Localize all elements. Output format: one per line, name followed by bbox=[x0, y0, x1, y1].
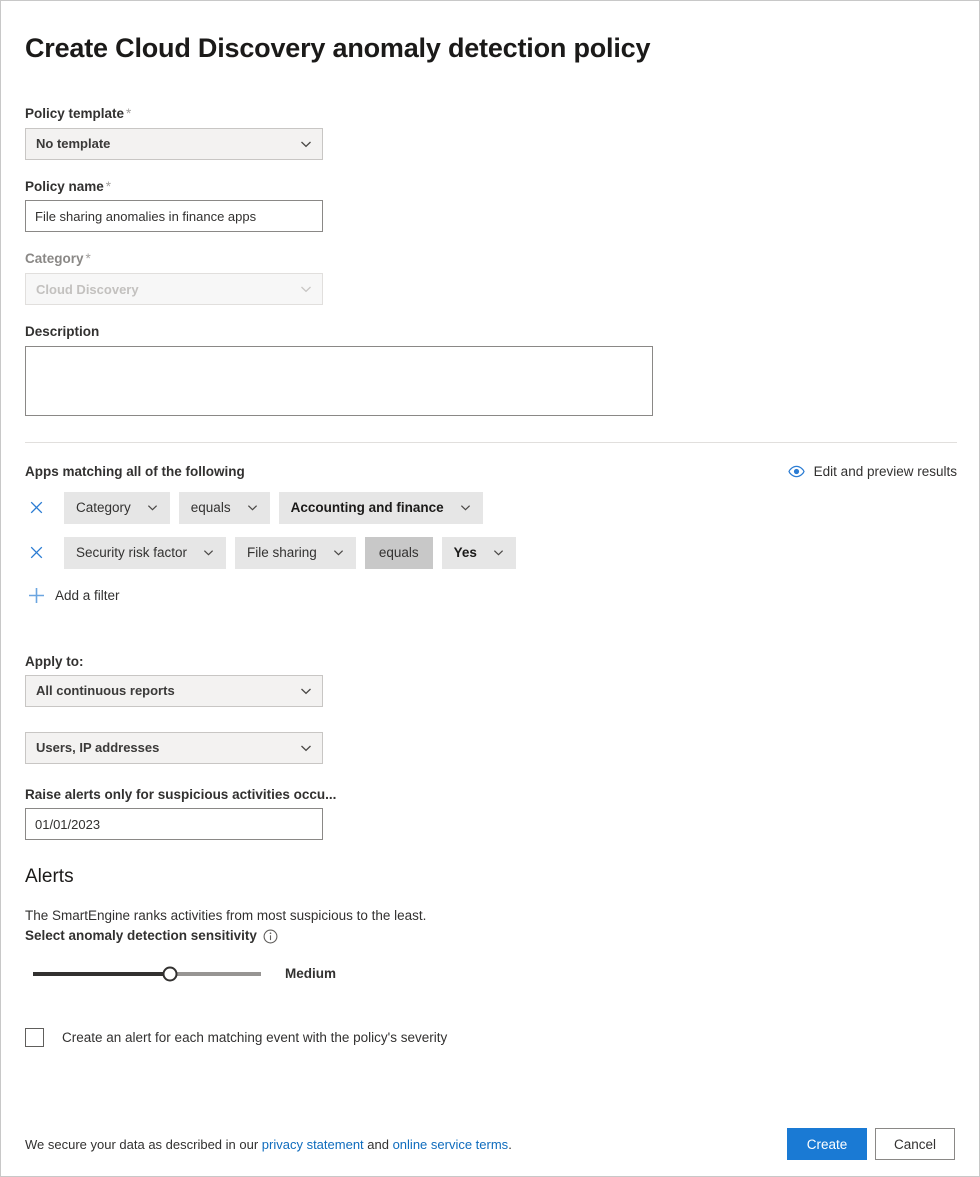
filter-operator-dropdown[interactable]: equals bbox=[179, 492, 270, 524]
filter-row: Security risk factor File sharing equals… bbox=[25, 537, 955, 569]
policy-template-value: No template bbox=[36, 136, 110, 151]
filter-value-dropdown[interactable]: Accounting and finance bbox=[279, 492, 483, 524]
policy-template-control: No template bbox=[25, 128, 323, 160]
filter-operator-label: equals bbox=[379, 545, 419, 560]
description-field: Description bbox=[25, 323, 955, 416]
policy-template-label-text: Policy template bbox=[25, 106, 124, 121]
apply-to-entities-value: Users, IP addresses bbox=[36, 740, 159, 755]
close-icon[interactable] bbox=[25, 542, 47, 564]
policy-template-field: Policy template* No template bbox=[25, 105, 955, 160]
chevron-down-icon bbox=[145, 502, 158, 513]
footer: We secure your data as described in our … bbox=[25, 1128, 955, 1160]
create-alert-checkbox[interactable] bbox=[25, 1028, 44, 1047]
sensitivity-value: Medium bbox=[285, 966, 336, 981]
create-policy-page: Create Cloud Discovery anomaly detection… bbox=[0, 0, 980, 1177]
description-textarea[interactable] bbox=[25, 346, 653, 416]
policy-template-dropdown[interactable]: No template bbox=[25, 128, 323, 160]
alerts-description: The SmartEngine ranks activities from mo… bbox=[25, 907, 955, 925]
raise-alerts-label: Raise alerts only for suspicious activit… bbox=[25, 786, 955, 804]
apply-to-entities-dropdown[interactable]: Users, IP addresses bbox=[25, 732, 323, 764]
chevron-down-icon bbox=[300, 685, 312, 697]
raise-alerts-date-value: 01/01/2023 bbox=[35, 817, 100, 832]
filter-operator-static: equals bbox=[365, 537, 433, 569]
filter-attribute-label: Category bbox=[76, 500, 131, 515]
policy-name-label: Policy name* bbox=[25, 178, 955, 196]
apply-to-reports-value: All continuous reports bbox=[36, 683, 175, 698]
filter-subattribute-label: File sharing bbox=[247, 545, 317, 560]
filter-attribute-label: Security risk factor bbox=[76, 545, 187, 560]
required-asterisk: * bbox=[106, 179, 111, 194]
eye-icon bbox=[788, 465, 805, 478]
policy-name-input[interactable]: File sharing anomalies in finance apps bbox=[25, 200, 323, 232]
plus-icon bbox=[25, 585, 47, 607]
create-button[interactable]: Create bbox=[787, 1128, 867, 1160]
chevron-down-icon bbox=[331, 547, 344, 558]
info-icon[interactable] bbox=[263, 929, 278, 944]
chevron-down-icon bbox=[491, 547, 504, 558]
legal-suffix: . bbox=[508, 1137, 512, 1152]
close-icon[interactable] bbox=[25, 497, 47, 519]
sensitivity-label: Select anomaly detection sensitivity bbox=[25, 927, 955, 945]
required-asterisk: * bbox=[86, 251, 91, 266]
edit-preview-results-label: Edit and preview results bbox=[814, 464, 957, 479]
legal-prefix: We secure your data as described in our bbox=[25, 1137, 262, 1152]
filter-attribute-dropdown[interactable]: Category bbox=[64, 492, 170, 524]
apply-to-reports-control: All continuous reports bbox=[25, 675, 323, 707]
policy-template-label: Policy template* bbox=[25, 105, 955, 123]
category-value: Cloud Discovery bbox=[36, 282, 139, 297]
category-control: Cloud Discovery bbox=[25, 273, 323, 305]
section-divider bbox=[25, 442, 957, 443]
filter-value-label: Accounting and finance bbox=[291, 500, 444, 515]
chevron-down-icon bbox=[245, 502, 258, 513]
filter-value-label: Yes bbox=[454, 545, 477, 560]
apply-to-section: Apply to: All continuous reports bbox=[25, 654, 955, 707]
raise-alerts-control: 01/01/2023 bbox=[25, 808, 323, 840]
slider-thumb[interactable] bbox=[162, 966, 177, 981]
description-label: Description bbox=[25, 323, 955, 341]
category-label-text: Category bbox=[25, 251, 84, 266]
filter-row: Category equals Accounting and finance bbox=[25, 492, 955, 524]
sensitivity-slider-row: Medium bbox=[25, 964, 955, 984]
add-filter-button[interactable]: Add a filter bbox=[25, 585, 955, 607]
create-alert-checkbox-row[interactable]: Create an alert for each matching event … bbox=[25, 1028, 955, 1047]
apply-to-reports-dropdown[interactable]: All continuous reports bbox=[25, 675, 323, 707]
category-dropdown: Cloud Discovery bbox=[25, 273, 323, 305]
policy-name-control: File sharing anomalies in finance apps bbox=[25, 200, 323, 232]
page-title: Create Cloud Discovery anomaly detection… bbox=[25, 32, 955, 64]
apply-to-label: Apply to: bbox=[25, 654, 955, 669]
chevron-down-icon bbox=[201, 547, 214, 558]
policy-name-label-text: Policy name bbox=[25, 179, 104, 194]
slider-fill bbox=[33, 972, 170, 976]
raise-alerts-date-input[interactable]: 01/01/2023 bbox=[25, 808, 323, 840]
legal-text: We secure your data as described in our … bbox=[25, 1137, 512, 1152]
create-alert-checkbox-label: Create an alert for each matching event … bbox=[62, 1030, 447, 1045]
filter-value-dropdown[interactable]: Yes bbox=[442, 537, 516, 569]
filter-subattribute-dropdown[interactable]: File sharing bbox=[235, 537, 356, 569]
policy-name-value: File sharing anomalies in finance apps bbox=[35, 209, 256, 224]
add-filter-label: Add a filter bbox=[55, 588, 120, 603]
raise-alerts-field: Raise alerts only for suspicious activit… bbox=[25, 786, 955, 841]
chevron-down-icon bbox=[458, 502, 471, 513]
required-asterisk: * bbox=[126, 106, 131, 121]
alerts-heading: Alerts bbox=[25, 866, 955, 888]
apply-to-entities-control: Users, IP addresses bbox=[25, 732, 323, 764]
sensitivity-label-text: Select anomaly detection sensitivity bbox=[25, 927, 257, 945]
online-service-terms-link[interactable]: online service terms bbox=[393, 1137, 509, 1152]
filter-operator-label: equals bbox=[191, 500, 231, 515]
policy-name-field: Policy name* File sharing anomalies in f… bbox=[25, 178, 955, 233]
chevron-down-icon bbox=[300, 138, 312, 150]
cancel-button[interactable]: Cancel bbox=[875, 1128, 955, 1160]
filters-header: Apps matching all of the following Edit … bbox=[25, 464, 957, 479]
sensitivity-slider[interactable] bbox=[33, 964, 261, 984]
legal-middle: and bbox=[364, 1137, 393, 1152]
footer-actions: Create Cancel bbox=[787, 1128, 955, 1160]
chevron-down-icon bbox=[300, 742, 312, 754]
filter-attribute-dropdown[interactable]: Security risk factor bbox=[64, 537, 226, 569]
chevron-down-icon bbox=[300, 283, 312, 295]
edit-preview-results-link[interactable]: Edit and preview results bbox=[788, 464, 957, 479]
category-label: Category* bbox=[25, 250, 955, 268]
privacy-statement-link[interactable]: privacy statement bbox=[262, 1137, 364, 1152]
filters-title: Apps matching all of the following bbox=[25, 464, 245, 479]
category-field: Category* Cloud Discovery bbox=[25, 250, 955, 305]
